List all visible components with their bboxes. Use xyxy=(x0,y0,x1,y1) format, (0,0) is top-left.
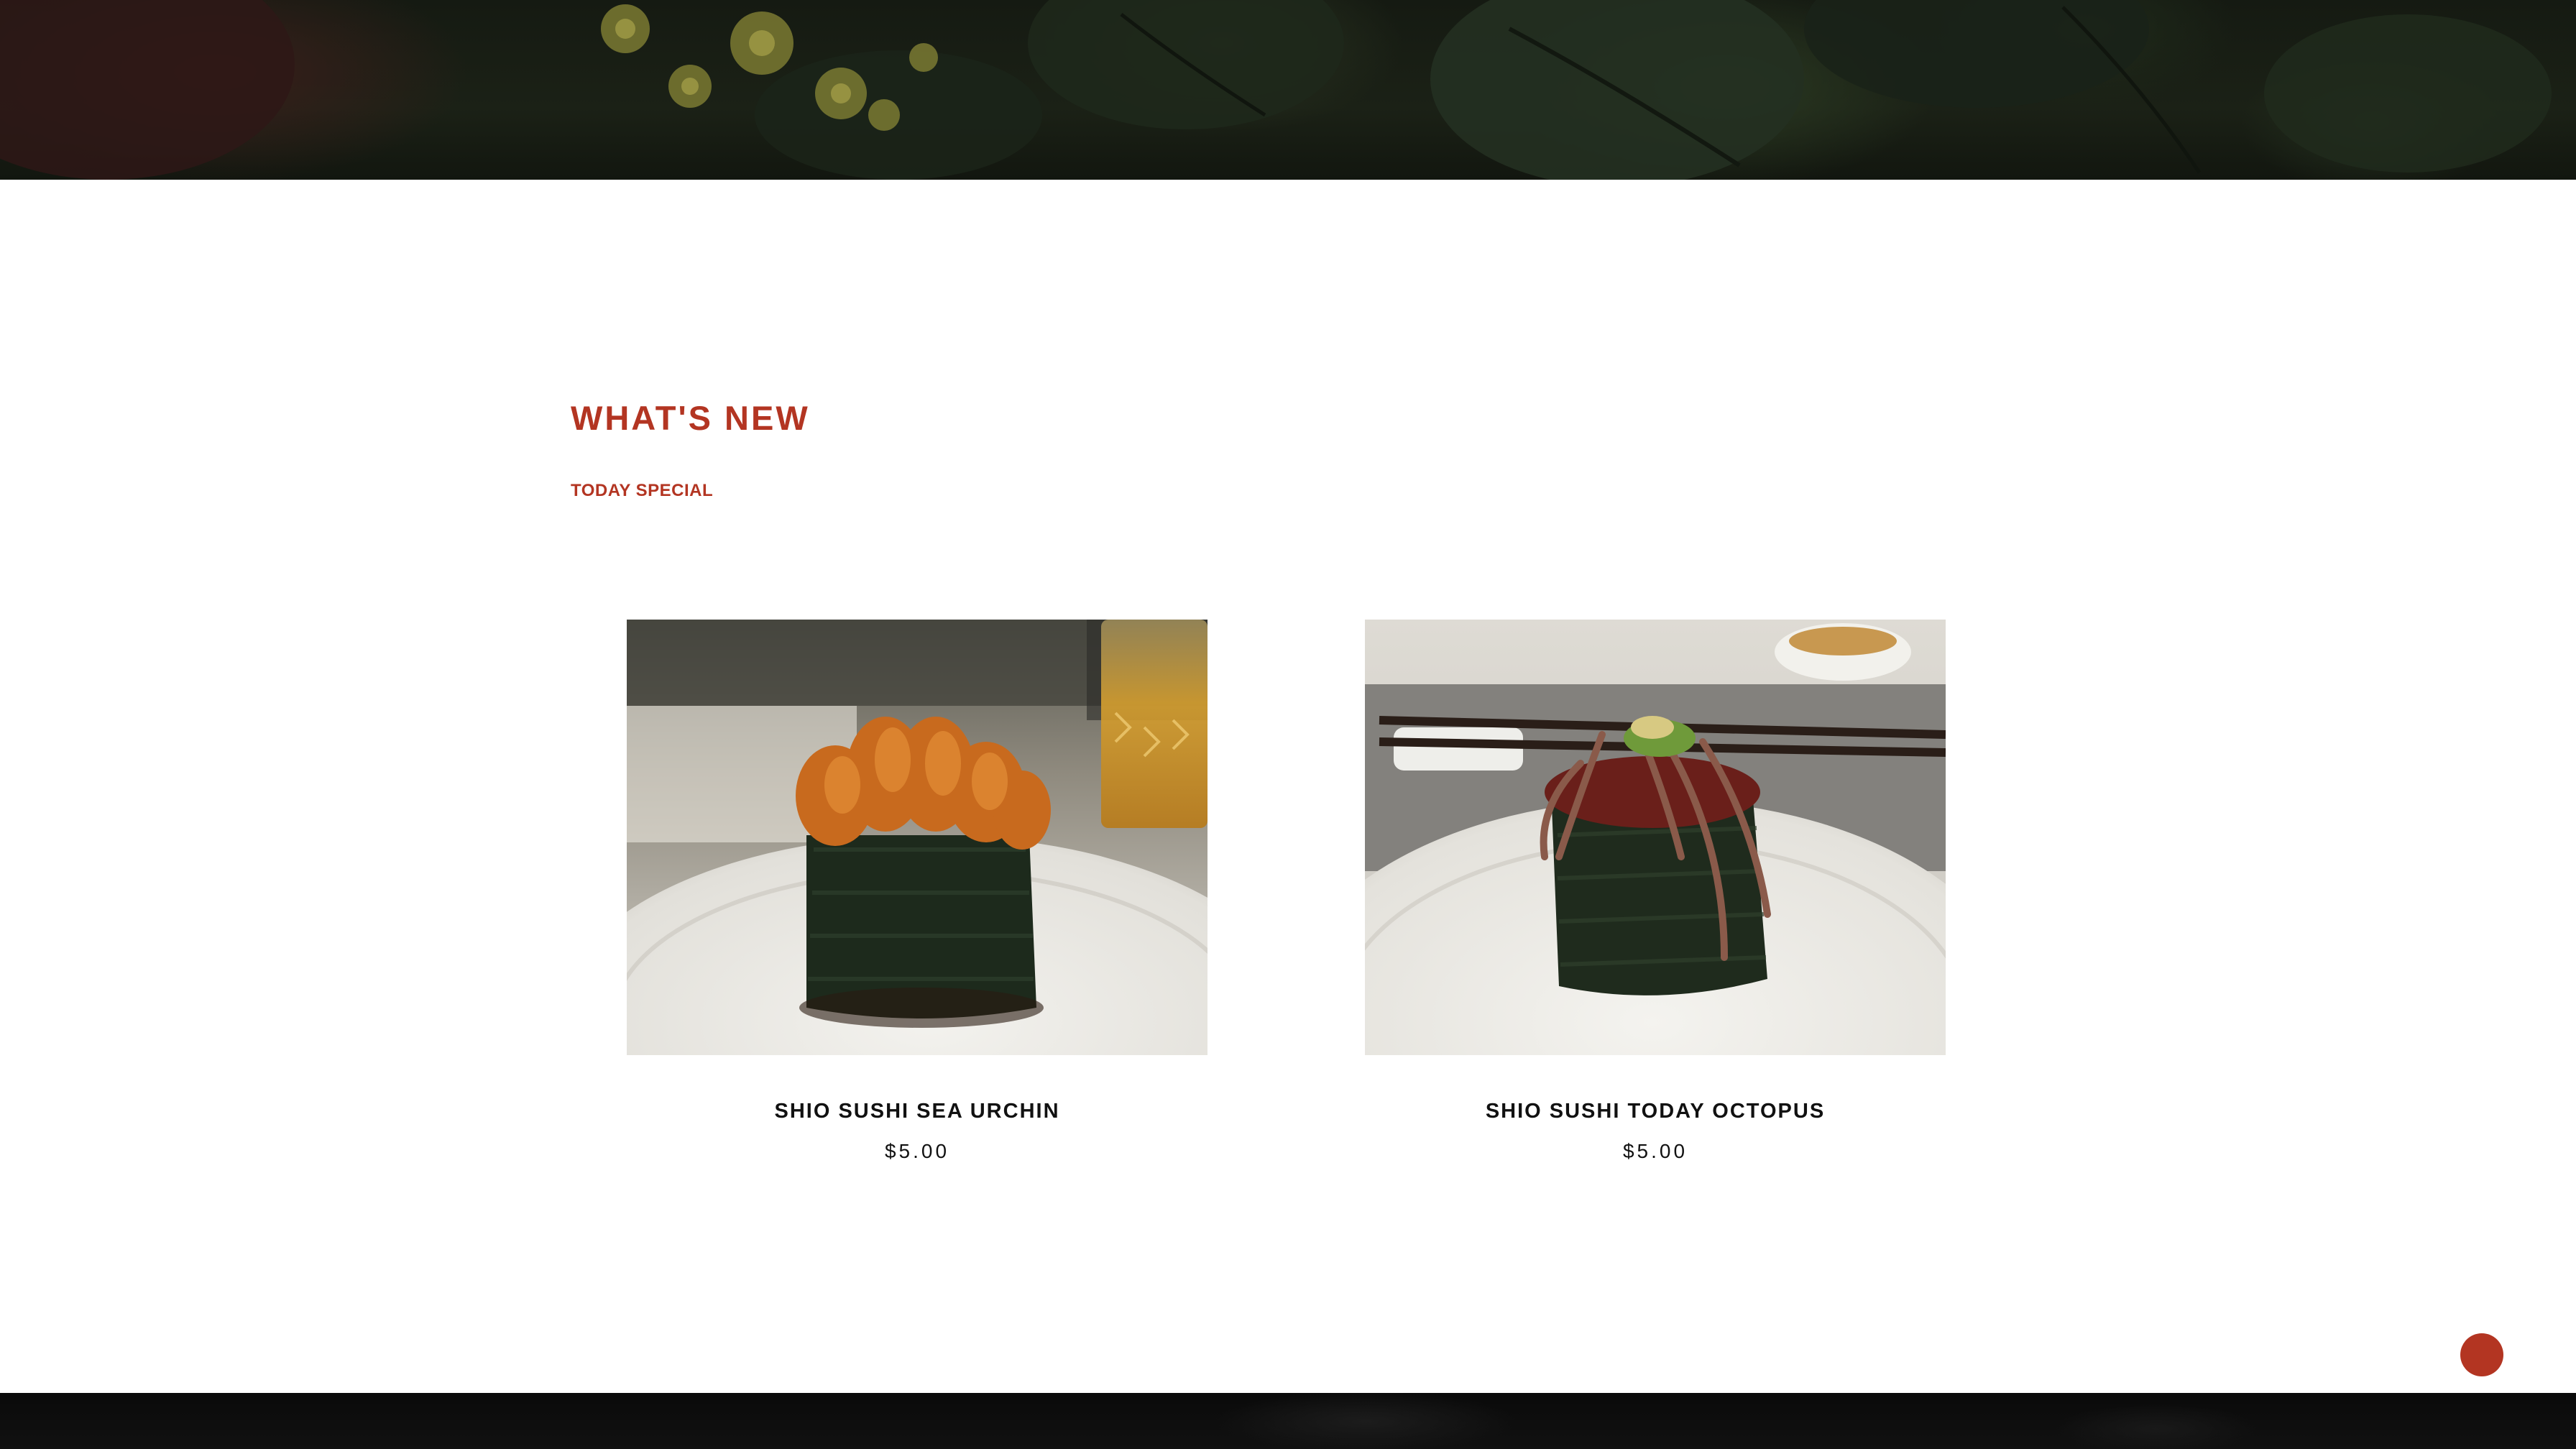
hero-banner-image xyxy=(0,0,2576,180)
chat-bubble-icon[interactable] xyxy=(2460,1333,2503,1376)
product-image-octopus[interactable] xyxy=(1365,620,1946,1055)
product-name[interactable]: SHIO SUSHI TODAY OCTOPUS xyxy=(1365,1098,1946,1124)
octopus-sushi-photo xyxy=(1365,620,1946,1055)
section-subtitle: TODAY SPECIAL xyxy=(571,481,714,500)
product-name[interactable]: SHIO SUSHI SEA URCHIN xyxy=(627,1098,1208,1124)
product-price: $5.00 xyxy=(884,1140,950,1162)
product-image-sea-urchin[interactable] xyxy=(627,620,1208,1055)
footer-banner-image xyxy=(0,1393,2576,1449)
sea-urchin-sushi-photo xyxy=(627,620,1208,1055)
product-price: $5.00 xyxy=(1622,1140,1688,1162)
section-title: WHAT'S NEW xyxy=(571,399,810,437)
product-card-sea-urchin[interactable]: SHIO SUSHI SEA URCHIN $5.00 xyxy=(627,620,1208,1173)
hero-foliage-art xyxy=(0,0,2552,180)
product-card-octopus[interactable]: SHIO SUSHI TODAY OCTOPUS $5.00 xyxy=(1365,620,1946,1173)
